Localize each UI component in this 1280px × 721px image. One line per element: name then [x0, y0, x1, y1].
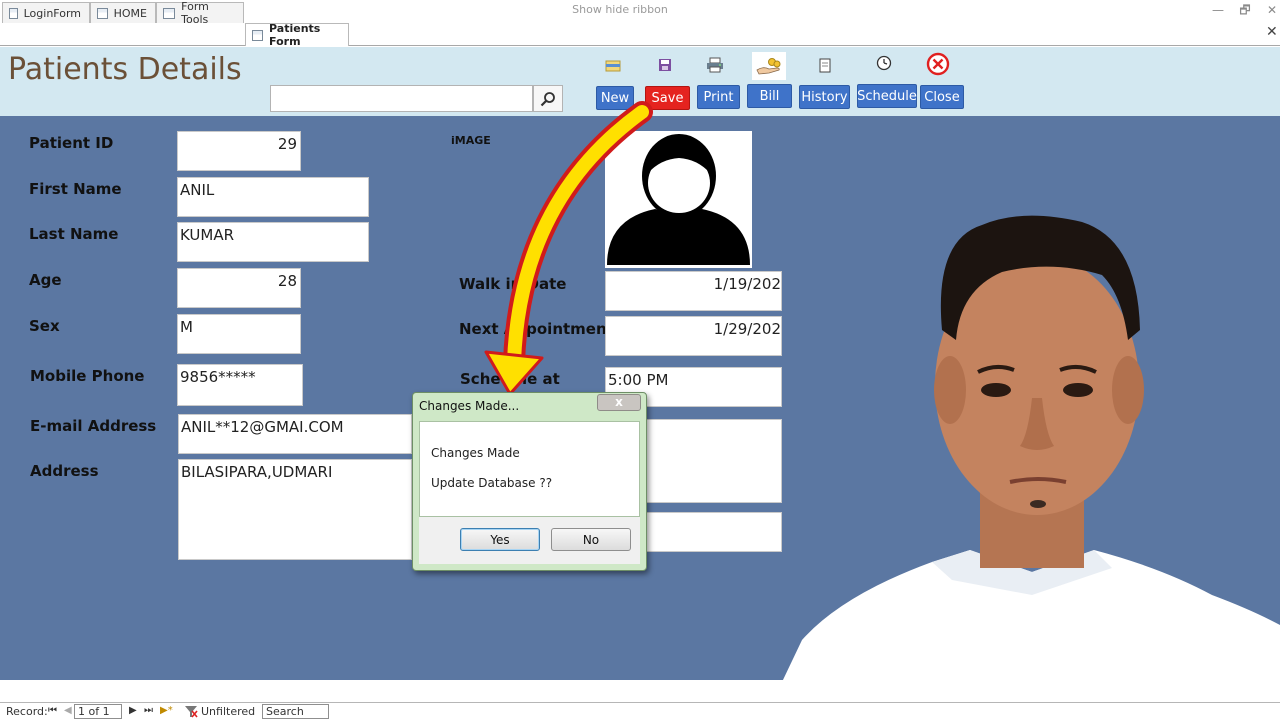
- tab-patients-form[interactable]: Patients Form: [245, 22, 349, 48]
- tab-label: HOME: [113, 6, 147, 20]
- tab-label: Patients Form: [269, 22, 321, 48]
- restore-icon[interactable]: 🗗: [1231, 1, 1259, 19]
- mobile-phone-label: Mobile Phone: [30, 367, 145, 385]
- schedule-button[interactable]: Schedule: [857, 84, 917, 108]
- mobile-phone-field[interactable]: 9856*****: [177, 364, 303, 406]
- presenter-webcam-overlay: [782, 200, 1280, 682]
- last-name-field[interactable]: KUMAR: [177, 222, 369, 262]
- filter-status[interactable]: Unfiltered: [201, 705, 255, 718]
- address-field[interactable]: BILASIPARA,UDMARI: [178, 459, 412, 560]
- print-button[interactable]: Print: [697, 85, 740, 109]
- page-title: Patients Details: [8, 52, 242, 87]
- form-icon: [252, 29, 264, 41]
- notes-field[interactable]: [645, 419, 782, 503]
- dialog-close-button[interactable]: x: [597, 394, 641, 411]
- patient-id-field[interactable]: 29: [177, 131, 301, 171]
- record-navigation-bar: Record: ⏮ ◀ 1 of 1 ▶ ⏭ ▶* Unfiltered Sea…: [0, 702, 1280, 720]
- tab-label: LoginForm: [23, 6, 81, 20]
- email-field[interactable]: ANIL**12@GMAI.COM: [178, 414, 412, 454]
- tab-loginform[interactable]: LoginForm: [2, 2, 90, 23]
- bill-payment-icon: [752, 52, 786, 80]
- history-document-icon: [815, 55, 835, 75]
- yellow-arrow-annotation: [484, 101, 653, 396]
- first-record-icon[interactable]: ⏮: [48, 705, 57, 716]
- first-name-field[interactable]: ANIL: [177, 177, 369, 217]
- form-icon: [9, 7, 18, 19]
- dialog-title: Changes Made...: [419, 399, 520, 413]
- filter-icon[interactable]: [184, 705, 198, 721]
- tab-form-tools[interactable]: Form Tools: [156, 0, 244, 26]
- new-record-nav-icon[interactable]: ▶*: [160, 705, 173, 716]
- next-record-icon[interactable]: ▶: [129, 705, 137, 716]
- dialog-footer: Yes No: [419, 517, 640, 564]
- first-name-label: First Name: [29, 180, 122, 198]
- address-label: Address: [30, 462, 99, 480]
- yes-button[interactable]: Yes: [460, 528, 540, 551]
- close-tab-icon[interactable]: ✕: [1266, 24, 1278, 40]
- schedule-clock-icon: [874, 53, 894, 73]
- printer-icon: [705, 55, 725, 75]
- close-button[interactable]: Close: [920, 85, 964, 109]
- window-close-icon[interactable]: ✕: [1258, 1, 1280, 19]
- tab-home[interactable]: HOME: [90, 2, 156, 23]
- form-icon: [163, 7, 176, 19]
- dialog-message-line1: Changes Made: [431, 446, 520, 460]
- email-label: E-mail Address: [30, 417, 157, 435]
- close-circle-icon: [926, 52, 950, 76]
- patient-id-label: Patient ID: [29, 134, 114, 152]
- new-record-icon: [603, 55, 623, 75]
- record-search-box[interactable]: Search: [262, 704, 329, 719]
- record-label: Record:: [6, 705, 48, 718]
- dialog-message-line2: Update Database ??: [431, 476, 553, 490]
- history-button[interactable]: History: [799, 85, 850, 109]
- changes-made-dialog: Changes Made... x Changes Made Update Da…: [412, 392, 647, 571]
- dialog-content: Changes Made Update Database ??: [419, 421, 640, 517]
- save-disk-icon: [655, 55, 675, 75]
- form-icon: [97, 7, 108, 19]
- sex-label: Sex: [29, 317, 60, 335]
- no-button[interactable]: No: [551, 528, 631, 551]
- age-field[interactable]: 28: [177, 268, 301, 308]
- previous-record-icon[interactable]: ◀: [64, 705, 72, 716]
- extra-field[interactable]: [645, 512, 782, 552]
- tab-label: Form Tools: [181, 0, 209, 26]
- sex-field[interactable]: M: [177, 314, 301, 354]
- last-record-icon[interactable]: ⏭: [144, 705, 153, 716]
- last-name-label: Last Name: [29, 225, 119, 243]
- bill-button[interactable]: Bill: [747, 84, 792, 108]
- minimize-icon[interactable]: —: [1204, 1, 1232, 19]
- age-label: Age: [29, 271, 62, 289]
- current-record-field[interactable]: 1 of 1: [74, 704, 122, 719]
